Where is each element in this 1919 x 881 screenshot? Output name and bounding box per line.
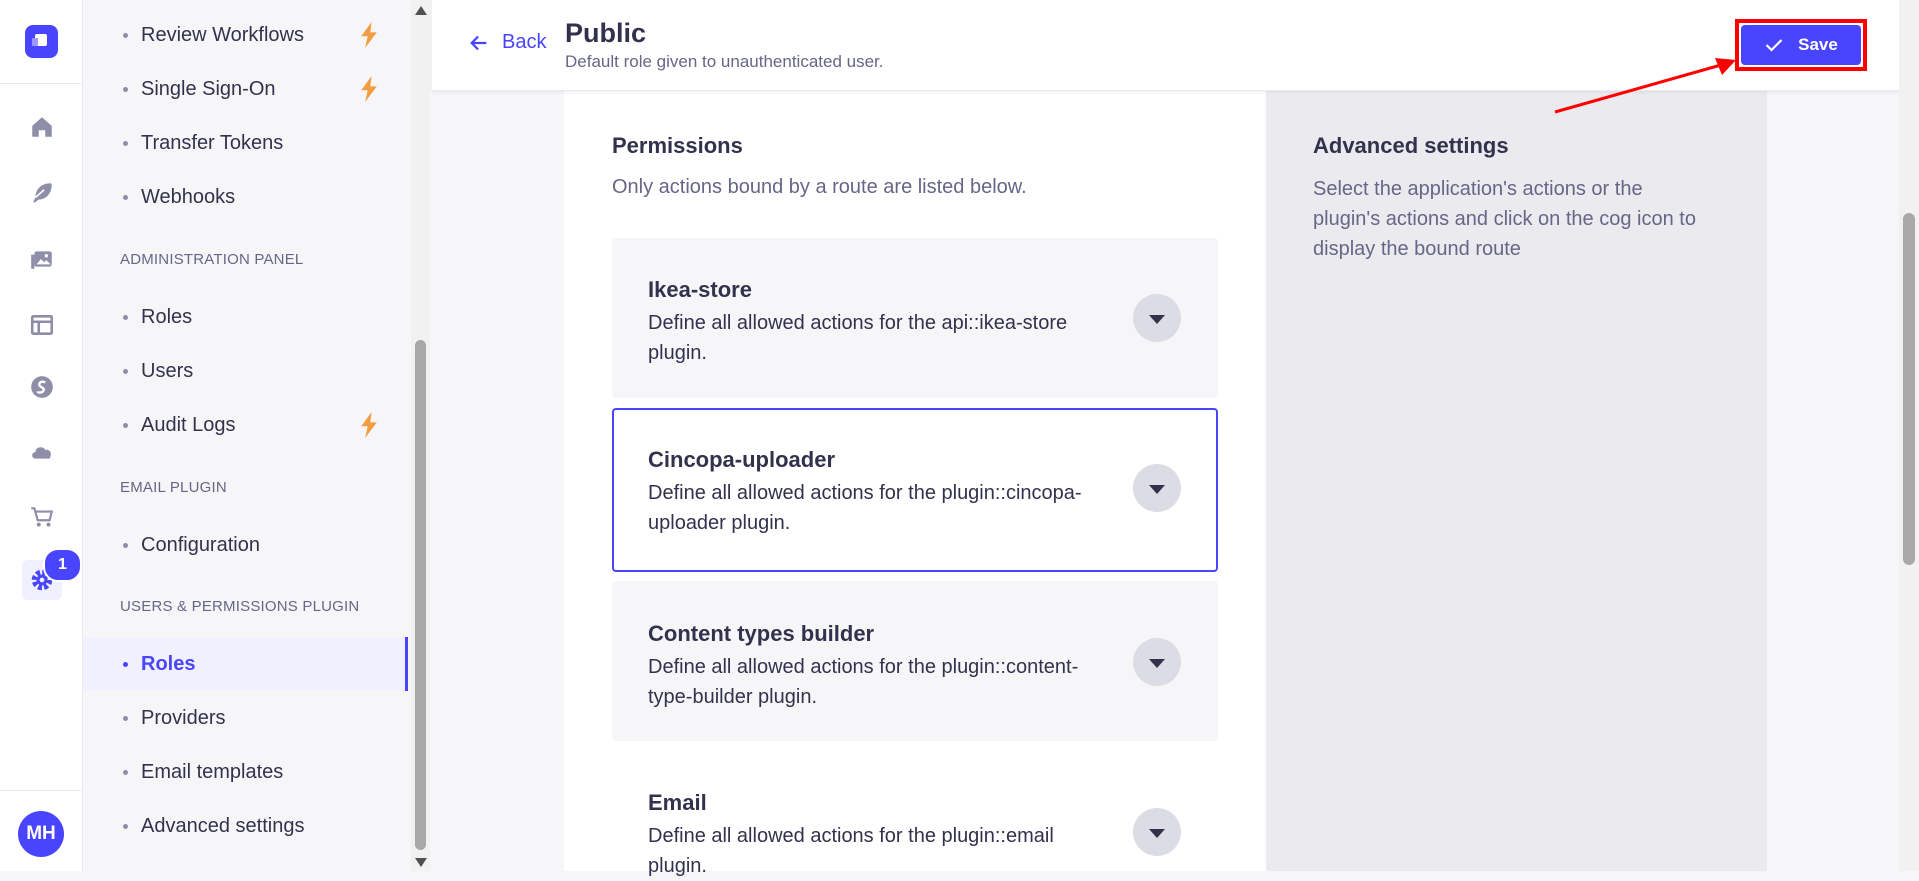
rail-divider-top (0, 83, 83, 84)
main-nav-rail: 1 MH (0, 0, 83, 871)
media-library-icon[interactable] (22, 239, 62, 279)
bullet (123, 314, 128, 320)
subnav-item-advanced-settings[interactable]: Advanced settings (83, 799, 408, 853)
scrollbar-thumb[interactable] (415, 340, 426, 850)
chevron-down-icon[interactable] (1133, 638, 1181, 686)
accordion-description: Define all allowed actions for the api::… (648, 312, 1068, 364)
subnav-item-admin-roles[interactable]: Roles (83, 290, 408, 344)
cloud-icon[interactable] (22, 431, 62, 471)
lightning-icon (361, 22, 377, 48)
logo-mark-shadow (32, 38, 38, 46)
subnav-item-email-templates[interactable]: Email templates (83, 745, 408, 799)
plugin-s-icon[interactable] (22, 367, 62, 407)
accordion-description: Define all allowed actions for the plugi… (648, 825, 1054, 877)
accordion-cincopa-uploader[interactable]: Cincopa-uploader Define all allowed acti… (612, 408, 1218, 572)
subnav-item-label: Users (141, 359, 194, 382)
subnav-item-transfer-tokens[interactable]: Transfer Tokens (83, 116, 408, 170)
layout-icon[interactable] (22, 305, 62, 345)
advanced-settings-description: Select the application's actions or the … (1313, 178, 1696, 260)
cart-icon[interactable] (22, 497, 62, 537)
scroll-up-arrow-icon[interactable] (415, 6, 427, 15)
chevron-down-icon[interactable] (1133, 464, 1181, 512)
subnav-item-label: Roles (141, 652, 196, 675)
subnav-item-providers[interactable]: Providers (83, 691, 408, 745)
lightning-icon (361, 76, 377, 102)
bullet (123, 823, 128, 829)
lightning-icon (361, 412, 377, 438)
scroll-down-arrow-icon[interactable] (415, 858, 427, 867)
subnav-item-webhooks[interactable]: Webhooks (83, 170, 408, 224)
subnav-item-label: Advanced settings (141, 814, 305, 837)
bullet (123, 368, 128, 374)
bullet (123, 86, 128, 92)
accordion-description: Define all allowed actions for the plugi… (648, 482, 1082, 534)
accordion-title: Ikea-store (648, 277, 752, 302)
bullet (123, 715, 128, 721)
section-users-permissions-plugin: USERS & PERMISSIONS PLUGIN (120, 598, 360, 615)
page-subtitle: Default role given to unauthenticated us… (565, 52, 884, 71)
section-administration-panel: ADMINISTRATION PANEL (120, 251, 304, 268)
chevron-down-icon[interactable] (1133, 808, 1181, 856)
annotation-arrow-icon (1554, 58, 1736, 114)
bullet (123, 194, 128, 200)
chevron-down-icon[interactable] (1133, 294, 1181, 342)
bullet (123, 661, 128, 667)
subnav-item-label: Review Workflows (141, 23, 304, 46)
permissions-subtitle: Only actions bound by a route are listed… (612, 176, 1027, 198)
subnav-item-users[interactable]: Users (83, 344, 408, 398)
bullet (123, 140, 128, 146)
accordion-email[interactable]: Email Define all allowed actions for the… (612, 752, 1218, 877)
rail-divider-bottom (0, 790, 83, 791)
subnav-item-label: Webhooks (141, 185, 236, 208)
subnav-item-up-roles[interactable]: Roles (83, 637, 408, 691)
subnav-item-label: Audit Logs (141, 413, 236, 436)
feather-icon[interactable] (22, 173, 62, 213)
accordion-ikea-store[interactable]: Ikea-store Define all allowed actions fo… (612, 238, 1218, 398)
subnav-item-label: Transfer Tokens (141, 131, 284, 154)
settings-subnav: Review Workflows Single Sign-On Transfer… (83, 0, 415, 871)
subnav-item-label: Configuration (141, 533, 260, 556)
bullet (123, 542, 128, 548)
subnav-item-configuration[interactable]: Configuration (83, 518, 408, 572)
subnav-item-review-workflows[interactable]: Review Workflows (83, 8, 408, 62)
accordion-content-types-builder[interactable]: Content types builder Define all allowed… (612, 581, 1218, 741)
strapi-logo[interactable] (25, 25, 58, 58)
accordion-title: Content types builder (648, 621, 875, 646)
back-label: Back (502, 31, 547, 53)
bullet (123, 422, 128, 428)
notification-badge: 1 (43, 548, 82, 582)
permissions-title: Permissions (612, 133, 743, 158)
subnav-item-label: Providers (141, 706, 226, 729)
arrow-left-icon (470, 35, 487, 50)
accordion-title: Cincopa-uploader (648, 447, 836, 472)
home-icon[interactable] (22, 107, 62, 147)
back-link[interactable]: Back (468, 31, 546, 54)
check-icon (1765, 39, 1783, 52)
subnav-item-label: Roles (141, 305, 193, 328)
scrollbar-thumb[interactable] (1903, 213, 1915, 565)
subnav-item-label: Single Sign-On (141, 77, 276, 100)
subnav-item-single-sign-on[interactable]: Single Sign-On (83, 62, 408, 116)
accordion-title: Email (648, 790, 707, 815)
accordion-description: Define all allowed actions for the plugi… (648, 656, 1079, 708)
user-avatar[interactable]: MH (18, 811, 64, 857)
section-email-plugin: EMAIL PLUGIN (120, 479, 227, 496)
subnav-item-audit-logs[interactable]: Audit Logs (83, 398, 408, 452)
bullet (123, 769, 128, 775)
bullet (123, 32, 128, 38)
subnav-scrollbar[interactable] (411, 0, 430, 871)
subnav-item-label: Email templates (141, 760, 284, 783)
content-scrollbar[interactable] (1899, 0, 1919, 871)
page-title: Public (565, 18, 647, 48)
save-button[interactable]: Save (1741, 25, 1861, 65)
advanced-settings-title: Advanced settings (1313, 133, 1509, 158)
save-label: Save (1798, 35, 1838, 54)
